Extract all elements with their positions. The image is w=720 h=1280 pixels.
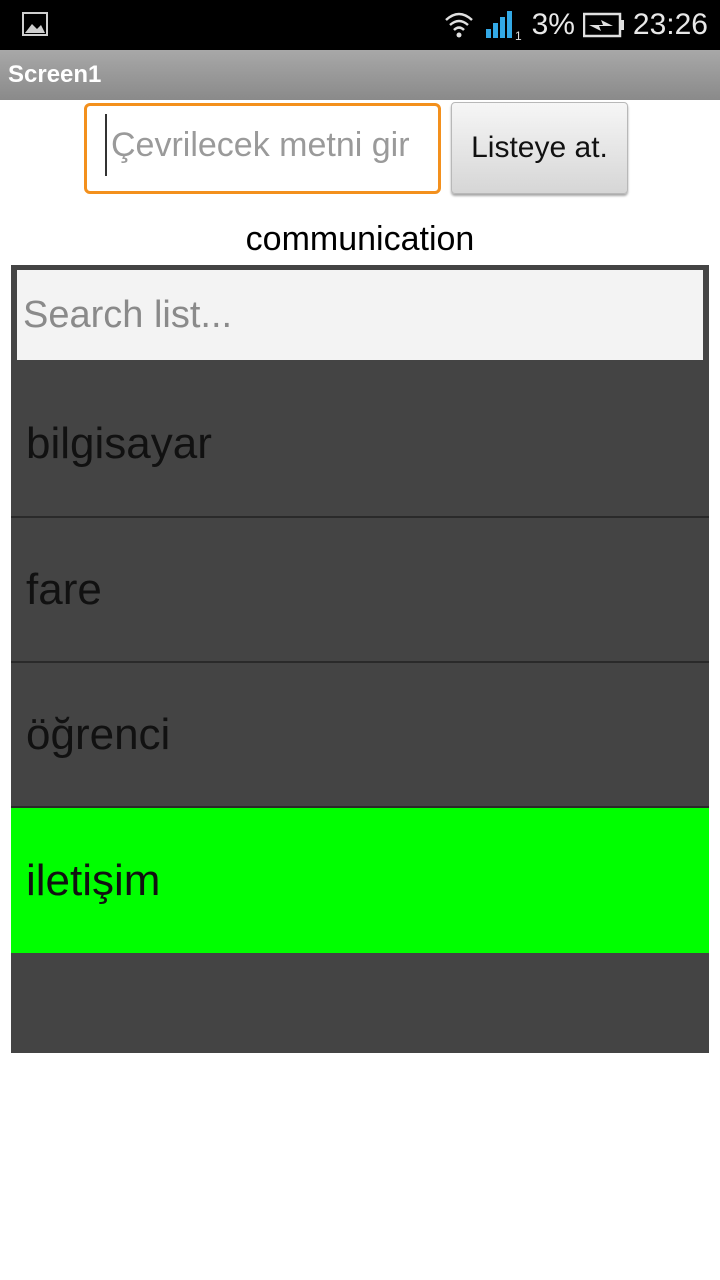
signal-icon: 1 [484, 8, 524, 42]
battery-charging-icon [582, 11, 625, 39]
list-item-selected[interactable]: iletişim [11, 808, 709, 953]
list-item[interactable]: öğrenci [11, 663, 709, 807]
list-item[interactable]: fare [11, 518, 709, 662]
app-title-bar: Screen1 [0, 50, 720, 100]
add-to-list-button[interactable]: Listeye at. [451, 102, 628, 194]
signal-sim-label: 1 [515, 29, 522, 42]
list-item[interactable]: bilgisayar [11, 371, 709, 517]
list-item-label: iletişim [26, 855, 161, 905]
battery-percent: 3% [531, 8, 575, 41]
image-icon [22, 12, 48, 36]
status-bar: 1 3% 23:26 [0, 0, 720, 50]
translation-result-label: communication [245, 220, 475, 258]
list-item-label: fare [26, 565, 102, 614]
list-search-input[interactable] [17, 270, 703, 360]
screen-title: Screen1 [8, 61, 102, 88]
status-time: 23:26 [632, 8, 708, 41]
list-item-label: bilgisayar [26, 419, 212, 468]
translate-input-container [84, 103, 441, 194]
word-list[interactable]: bilgisayar fare öğrenci iletişim [11, 265, 709, 1053]
wifi-icon [442, 8, 476, 42]
list-item-label: öğrenci [26, 710, 171, 759]
translate-input[interactable] [105, 114, 431, 176]
status-icons: 1 3% 23:26 [442, 0, 708, 50]
